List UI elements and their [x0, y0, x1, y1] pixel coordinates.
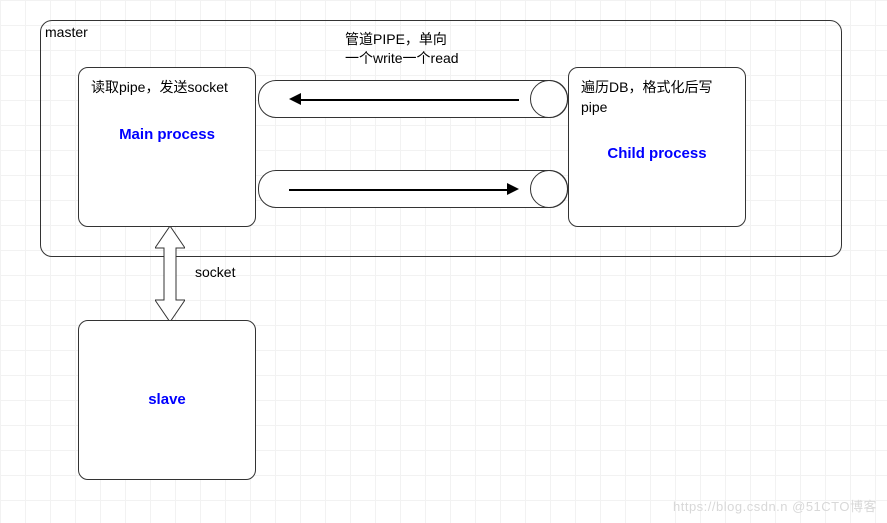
- child-process-desc: 遍历DB，格式化后写pipe: [581, 78, 733, 117]
- pipe-top-cap: [530, 80, 568, 118]
- pipe-bottom: [258, 170, 568, 208]
- pipe-top-arrow-head: [289, 93, 301, 105]
- pipe-bottom-cap: [530, 170, 568, 208]
- pipe-bottom-arrow-line: [289, 189, 509, 191]
- pipe-label-line1: 管道PIPE，单向: [345, 30, 447, 48]
- main-process-title: Main process: [91, 126, 243, 143]
- pipe-label-line2: 一个write一个read: [345, 49, 459, 67]
- pipe-top: [258, 80, 568, 118]
- watermark: https://blog.csdn.n @51CTO博客: [673, 496, 877, 515]
- main-process-desc: 读取pipe，发送socket: [91, 78, 243, 98]
- main-process-box: 读取pipe，发送socket Main process: [78, 67, 256, 227]
- child-process-title: Child process: [581, 145, 733, 162]
- slave-box: slave: [78, 320, 256, 480]
- pipe-top-arrow-line: [299, 99, 519, 101]
- socket-label: socket: [195, 263, 235, 281]
- pipe-bottom-arrow-head: [507, 183, 519, 195]
- slave-title: slave: [91, 391, 243, 408]
- child-process-box: 遍历DB，格式化后写pipe Child process: [568, 67, 746, 227]
- socket-double-arrow: [155, 226, 185, 321]
- master-label: master: [45, 23, 88, 41]
- double-arrow-icon: [155, 226, 185, 322]
